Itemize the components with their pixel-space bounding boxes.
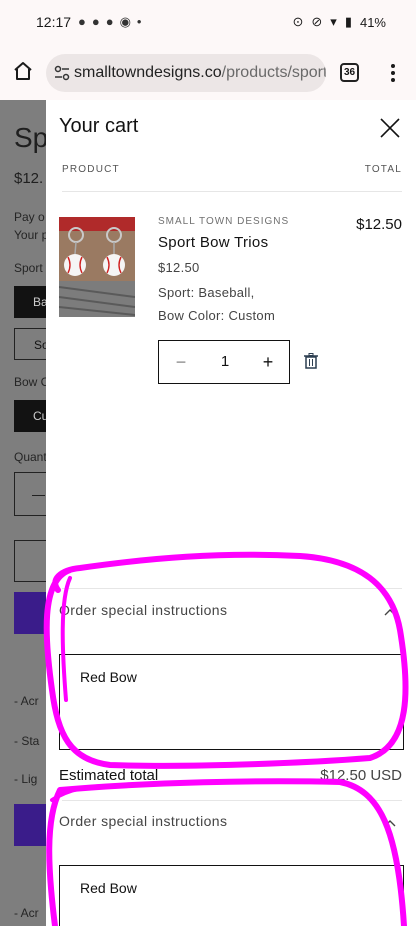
trash-icon[interactable] (304, 353, 318, 369)
message-icon: ● (105, 14, 120, 29)
bg-text-line: - Lig (14, 772, 38, 786)
product-option-sport: Sport: Baseball, (158, 285, 255, 300)
site-settings-icon[interactable] (54, 65, 70, 81)
bg-option-button: Ba (14, 286, 46, 318)
bg-qty-box: — (14, 472, 46, 516)
product-unit-price: $12.50 (158, 260, 200, 275)
order-instructions-textarea[interactable]: Red Bow (59, 865, 404, 926)
divider (62, 800, 402, 801)
status-right: ⊙ ⊘ ▾ ▮ 41% (292, 14, 386, 30)
bg-buy-button (14, 592, 46, 634)
bg-option-button: Cu (14, 400, 46, 432)
estimated-total-value: $12.50 USD (320, 767, 402, 784)
quantity-input[interactable]: 1 (203, 341, 247, 383)
cart-title: Your cart (59, 115, 139, 137)
column-header-total: TOTAL (364, 164, 402, 175)
column-header-product: PRODUCT (62, 164, 120, 175)
product-vendor: SMALL TOWN DESIGNS (158, 216, 290, 227)
browser-toolbar: smalltowndesigns.co/products/sport 36 (0, 46, 416, 100)
chevron-up-icon[interactable] (384, 608, 396, 616)
cart-drawer: Your cart PRODUCT TOTAL SMALL TOWN DESIG… (46, 100, 416, 926)
wifi-icon: ▾ (330, 14, 337, 29)
url-domain: smalltowndesigns.co (74, 64, 222, 81)
order-instructions-toggle[interactable]: Order special instructions (59, 602, 227, 618)
alarm-icon: ⊙ (292, 14, 304, 29)
product-photo (59, 217, 135, 317)
home-icon[interactable] (12, 60, 34, 82)
product-name-link[interactable]: Sport Bow Trios (158, 234, 268, 251)
instructions-text: Red Bow (80, 880, 137, 896)
bg-text-line: - Acr (14, 906, 39, 920)
bg-text-line: - Sta (14, 734, 40, 748)
divider (62, 588, 402, 589)
message-icon: ● (91, 14, 106, 29)
bg-text-line: Quant (14, 450, 46, 464)
background-product-page: Sp $12. Pay o Your p Sport Ba So Bow C C… (0, 100, 46, 926)
divider (62, 191, 402, 192)
line-item-total: $12.50 (356, 216, 402, 233)
url-path: /products/sport (221, 64, 326, 81)
status-time: 12:17 (36, 14, 72, 30)
bg-text-line: Your p (14, 228, 46, 242)
bg-text-line: - Acr (14, 694, 39, 708)
product-image[interactable] (59, 217, 135, 317)
product-option-bow-color: Bow Color: Custom (158, 308, 276, 323)
quantity-stepper: − 1 + (158, 340, 290, 384)
bg-buy-button (14, 804, 46, 846)
quantity-decrease-button[interactable]: − (159, 341, 203, 383)
bg-button (14, 540, 46, 582)
status-bar: 12:17 ●●●◉• ⊙ ⊘ ▾ ▮ 41% (0, 0, 416, 46)
estimated-total-label: Estimated total (59, 767, 159, 784)
chevron-up-icon[interactable] (384, 819, 396, 827)
url-text: smalltowndesigns.co/products/sport (74, 64, 326, 82)
notification-icons: ●●●◉• (78, 14, 147, 30)
message-icon: ● (78, 14, 92, 29)
bg-option-button: So (14, 328, 46, 360)
bg-text-line: Bow C (14, 375, 46, 389)
address-bar[interactable]: smalltowndesigns.co/products/sport (46, 54, 326, 92)
tab-switcher-button[interactable]: 36 (340, 63, 359, 82)
bg-product-title: Sp (14, 122, 46, 153)
battery-icon: ▮ (344, 14, 352, 29)
bg-product-price: $12. (14, 170, 44, 187)
battery-level: 41% (359, 14, 386, 30)
bg-text-line: Pay o (14, 210, 45, 224)
order-instructions-toggle[interactable]: Order special instructions (59, 813, 227, 829)
quantity-increase-button[interactable]: + (247, 341, 289, 383)
order-instructions-textarea[interactable]: Red Bow (59, 654, 404, 750)
bg-text-line: Sport (14, 261, 43, 275)
mute-icon: ⊘ (311, 14, 323, 29)
dot-icon: • (136, 14, 148, 29)
messenger-icon: ◉ (119, 14, 137, 29)
close-icon[interactable] (378, 116, 402, 140)
instructions-text: Red Bow (80, 669, 137, 685)
more-menu-icon[interactable] (386, 61, 400, 85)
